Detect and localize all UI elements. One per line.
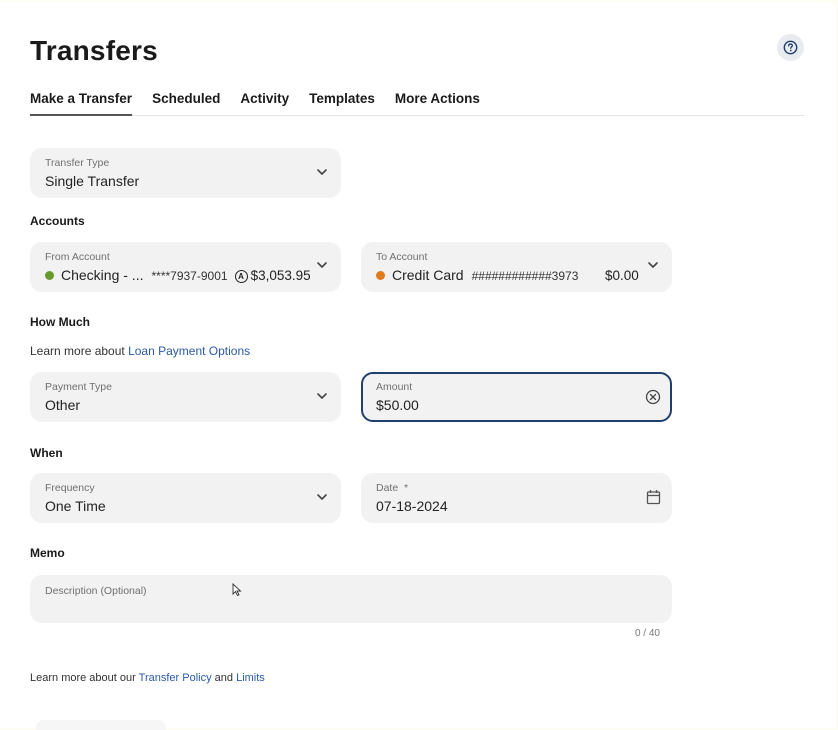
when-heading: When (30, 446, 63, 460)
loan-payment-options-link[interactable]: Loan Payment Options (128, 344, 250, 358)
date-input[interactable]: Date * 07-18-2024 (361, 473, 672, 523)
loan-options-help: Learn more about Loan Payment Options (30, 344, 250, 358)
frequency-select[interactable]: Frequency One Time (30, 473, 341, 523)
footer-conjunction: and (211, 672, 237, 684)
from-account-number: ****7937-9001 (151, 269, 228, 283)
frequency-label: Frequency (45, 482, 95, 494)
memo-heading: Memo (30, 546, 65, 560)
question-circle-icon (783, 40, 798, 55)
to-account-value: Credit Card ############3973 (376, 267, 578, 283)
transfer-type-select[interactable]: Transfer Type Single Transfer (30, 148, 341, 198)
page-title: Transfers (30, 35, 158, 66)
date-value: 07-18-2024 (376, 498, 448, 514)
clear-circle-x-icon[interactable] (645, 389, 661, 405)
chevron-down-icon (317, 494, 327, 500)
memo-placeholder: Description (Optional) (45, 585, 147, 597)
tab-bar: Make a Transfer Scheduled Activity Templ… (30, 88, 804, 116)
tab-scheduled[interactable]: Scheduled (152, 88, 220, 115)
payment-type-value: Other (45, 397, 81, 413)
available-balance-icon: A (234, 270, 248, 283)
to-account-balance: $0.00 (605, 268, 639, 283)
memo-textarea[interactable]: Description (Optional) (30, 575, 672, 623)
chevron-down-icon (317, 169, 327, 175)
help-prefix-text: Learn more about (30, 344, 129, 358)
from-account-select[interactable]: From Account Checking - ... ****7937-9001… (30, 242, 341, 292)
tab-activity[interactable]: Activity (240, 88, 289, 115)
tab-more-actions[interactable]: More Actions (395, 88, 480, 115)
required-mark: * (404, 482, 409, 494)
amount-value: $50.00 (376, 397, 419, 413)
memo-char-counter: 0 / 40 (634, 628, 660, 639)
transfer-type-value: Single Transfer (45, 173, 140, 189)
chevron-down-icon (317, 262, 327, 268)
to-account-number: ############3973 (471, 269, 579, 283)
from-account-balance: $3,053.95 (250, 268, 311, 283)
amount-input[interactable]: Amount $50.00 (361, 372, 672, 422)
submit-button-partial[interactable] (36, 720, 166, 730)
from-account-value: Checking - ... ****7937-9001 A $3,053.95 (45, 267, 311, 283)
tab-templates[interactable]: Templates (309, 88, 375, 115)
tab-make-a-transfer[interactable]: Make a Transfer (30, 88, 133, 116)
footer-prefix-text: Learn more about our (30, 672, 139, 684)
from-account-label: From Account (45, 251, 110, 263)
transfers-page: Transfers Make a Transfer Scheduled Acti… (0, 2, 836, 730)
limits-link[interactable]: Limits (236, 672, 265, 684)
accounts-heading: Accounts (30, 214, 85, 228)
frequency-value: One Time (45, 498, 106, 514)
payment-type-select[interactable]: Payment Type Other (30, 372, 341, 422)
how-much-heading: How Much (30, 315, 90, 329)
mouse-pointer-icon (232, 583, 242, 597)
account-status-dot (45, 271, 54, 280)
help-button[interactable] (777, 34, 804, 61)
account-status-dot (376, 271, 385, 280)
date-label: Date * (376, 482, 408, 494)
transfer-policy-help: Learn more about our Transfer Policy and… (30, 672, 265, 684)
payment-type-label: Payment Type (45, 381, 112, 393)
transfer-type-label: Transfer Type (45, 157, 110, 169)
transfer-policy-link[interactable]: Transfer Policy (139, 672, 212, 684)
to-account-name: Credit Card (392, 267, 464, 283)
amount-label: Amount (376, 381, 413, 393)
date-label-text: Date (376, 482, 399, 494)
to-account-label: To Account (376, 251, 428, 263)
from-account-name: Checking - ... (61, 267, 144, 283)
calendar-icon[interactable] (646, 489, 661, 505)
chevron-down-icon (317, 393, 327, 399)
to-account-select[interactable]: To Account Credit Card ############3973 $… (361, 242, 672, 292)
chevron-down-icon (648, 262, 658, 268)
